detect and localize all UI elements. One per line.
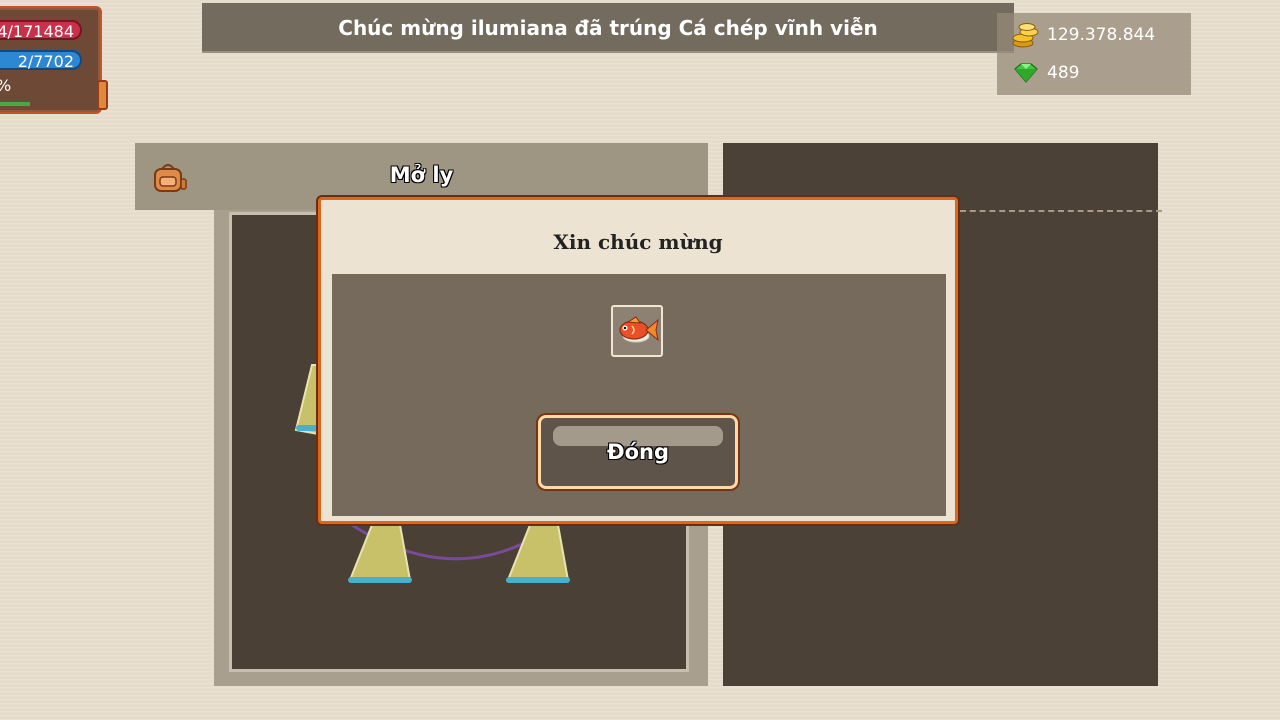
- dialog-body: Đóng: [332, 274, 946, 516]
- gem-icon: [1014, 63, 1038, 83]
- reward-item-slot[interactable]: [611, 305, 663, 357]
- close-button[interactable]: Đóng: [538, 415, 738, 489]
- exp-percent: %: [0, 76, 11, 95]
- gold-coins-icon: [1012, 23, 1039, 48]
- mp-bar: 2/7702: [0, 50, 82, 71]
- dialog-title: Xin chúc mừng: [553, 230, 723, 254]
- cup-icon[interactable]: [348, 524, 412, 583]
- close-button-label: Đóng: [606, 440, 669, 464]
- announcement-banner: Chúc mừng ilumiana đã trúng Cá chép vĩnh…: [202, 3, 1014, 53]
- cup-icon[interactable]: [506, 524, 570, 583]
- panel-knob: [97, 80, 108, 110]
- hp-bar: 4/171484: [0, 20, 82, 41]
- player-stats-panel: 4/171484 2/7702 %: [0, 6, 108, 114]
- exp-bar: [0, 102, 30, 106]
- currency-panel: 129.378.844 489: [997, 13, 1191, 95]
- carp-fish-icon: [619, 316, 659, 343]
- gem-row: 489: [1011, 60, 1079, 86]
- gem-amount: 489: [1047, 63, 1080, 83]
- dashed-divider: [960, 210, 1162, 212]
- gold-row: 129.378.844: [1011, 22, 1155, 48]
- congrats-dialog: Xin chúc mừng Đóng: [318, 197, 958, 524]
- main-window-title: Mở ly: [389, 163, 454, 187]
- gold-amount: 129.378.844: [1047, 25, 1156, 45]
